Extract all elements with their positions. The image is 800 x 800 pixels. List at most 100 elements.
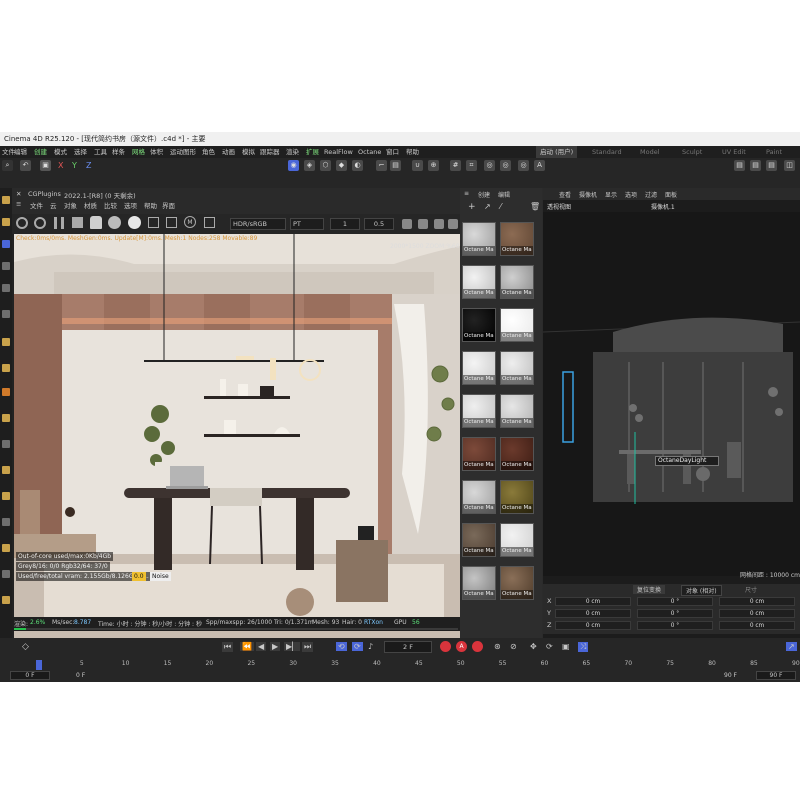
- axis-y-label[interactable]: Y: [72, 161, 77, 170]
- axis-icon[interactable]: ⊕: [428, 160, 439, 171]
- material-swatch[interactable]: Octane Ma: [500, 523, 534, 557]
- view-icon[interactable]: [204, 217, 215, 228]
- select-tool-icon[interactable]: [2, 240, 10, 248]
- lv-menu-file[interactable]: 文件: [30, 200, 43, 210]
- uv-mode-icon[interactable]: ◐: [352, 160, 363, 171]
- cube-object-icon[interactable]: [2, 388, 10, 396]
- close-icon[interactable]: ✕: [16, 190, 21, 198]
- vp-menu-options[interactable]: 选项: [625, 190, 637, 199]
- trash-icon[interactable]: 🗑: [530, 202, 540, 211]
- sound-icon[interactable]: ♪: [368, 642, 373, 651]
- material-swatch[interactable]: Octane Ma: [462, 308, 496, 342]
- material-swatch[interactable]: Octane Ma: [462, 351, 496, 385]
- camera-object-icon[interactable]: [2, 492, 10, 500]
- quantize-icon[interactable]: ⌗: [466, 160, 477, 171]
- menu-window[interactable]: 窗口: [386, 146, 399, 158]
- knife-tool-icon[interactable]: [2, 338, 10, 346]
- size-select[interactable]: 尺寸: [741, 585, 761, 594]
- lv-menu-options[interactable]: 选项: [124, 200, 137, 210]
- material-swatch[interactable]: Octane Ma: [462, 265, 496, 299]
- axis-z-label[interactable]: Z: [86, 161, 91, 170]
- polygon-pen-icon[interactable]: [2, 310, 10, 318]
- menu-spline[interactable]: 样条: [112, 146, 125, 158]
- key-selection-icon[interactable]: [472, 641, 483, 652]
- menu-tools[interactable]: 工具: [94, 146, 107, 158]
- spline-tool-icon[interactable]: [2, 284, 10, 292]
- light-object-icon[interactable]: [2, 466, 10, 474]
- layout-model[interactable]: Model: [640, 146, 660, 158]
- lv-menu-interface[interactable]: 界面: [162, 200, 175, 210]
- menu-extensions[interactable]: 扩展: [306, 146, 319, 158]
- max-frame-field[interactable]: 90 F: [724, 672, 737, 679]
- polygons-mode-icon[interactable]: ◆: [336, 160, 347, 171]
- play-icon[interactable]: ▶: [270, 642, 281, 651]
- pick-focus-icon[interactable]: [166, 217, 177, 228]
- mat-tab-create[interactable]: 创建: [478, 190, 490, 199]
- arrow-icon[interactable]: ↗: [484, 202, 491, 211]
- clapper-render-icon[interactable]: ▤: [766, 160, 777, 171]
- material-swatch[interactable]: Octane Ma: [500, 394, 534, 428]
- render-settings-icon[interactable]: ◎: [518, 160, 529, 171]
- menu-select[interactable]: 选择: [74, 146, 87, 158]
- record-icon[interactable]: [440, 641, 451, 652]
- menu-edit[interactable]: 编辑: [14, 146, 27, 158]
- magnet-icon[interactable]: ∪: [412, 160, 423, 171]
- scale-key-icon[interactable]: ▣: [562, 642, 570, 651]
- menu-mode[interactable]: 模式: [54, 146, 67, 158]
- render-canvas[interactable]: Out-of-core used/max:0Kb/4Gb Grey8/16: 0…: [14, 234, 460, 638]
- layout-startup[interactable]: 启动 (用户): [536, 146, 578, 158]
- deformer-icon[interactable]: [2, 414, 10, 422]
- coord-rot-field[interactable]: 0 °: [637, 597, 713, 606]
- mat-hamburger-icon[interactable]: ≡: [464, 190, 469, 197]
- rotate-tool-icon[interactable]: [2, 262, 10, 270]
- viewport-camera[interactable]: 摄像机.1: [651, 202, 675, 211]
- lv-menu-compare[interactable]: 比较: [104, 200, 117, 210]
- render-active-icon[interactable]: ◎: [500, 160, 511, 171]
- material-swatch[interactable]: Octane Ma: [462, 566, 496, 600]
- reset-transform-button[interactable]: 复位变换: [633, 585, 666, 594]
- move-key-icon[interactable]: ✥: [530, 642, 537, 651]
- coord-size-field[interactable]: 0 cm: [719, 621, 795, 630]
- material-swatch[interactable]: Octane Ma: [500, 566, 534, 600]
- send-scene-icon[interactable]: [16, 217, 28, 229]
- material-swatch[interactable]: Octane Ma: [462, 523, 496, 557]
- key-settings-icon[interactable]: ⊘: [510, 642, 517, 651]
- camera-icon[interactable]: [434, 219, 444, 229]
- menu-character[interactable]: 角色: [202, 146, 215, 158]
- material-swatch[interactable]: Octane Ma: [462, 437, 496, 471]
- go-start-icon[interactable]: ⏮: [222, 642, 234, 652]
- prev-key-icon[interactable]: ⏪: [240, 642, 254, 651]
- layer-icon[interactable]: [2, 570, 10, 578]
- hamburger-icon[interactable]: ≡: [16, 200, 21, 208]
- edges-mode-icon[interactable]: ⬡: [320, 160, 331, 171]
- min-frame-field[interactable]: 0 F: [76, 672, 85, 679]
- snap-icon[interactable]: ⌐: [376, 160, 387, 171]
- vp-menu-view[interactable]: 查看: [559, 190, 571, 199]
- kernel-select[interactable]: PT: [290, 218, 324, 230]
- workplane-icon[interactable]: ▤: [390, 160, 401, 171]
- layout-paint[interactable]: Paint: [766, 146, 782, 158]
- lv-menu-materials[interactable]: 材质: [84, 200, 97, 210]
- field-icon[interactable]: [2, 440, 10, 448]
- mat-tab-edit[interactable]: 编辑: [498, 190, 510, 199]
- clapper-icon[interactable]: ▤: [734, 160, 745, 171]
- material-ball-icon[interactable]: [128, 216, 141, 229]
- material-swatch[interactable]: Octane Ma: [500, 351, 534, 385]
- value2-field[interactable]: 0.5: [364, 218, 394, 230]
- undo-icon[interactable]: ↶: [20, 160, 31, 171]
- menu-simulate[interactable]: 模拟: [242, 146, 255, 158]
- coord-rot-field[interactable]: 0 °: [637, 609, 713, 618]
- pause-icon[interactable]: [54, 217, 64, 229]
- scale-tool-icon[interactable]: [2, 218, 10, 226]
- menu-mesh[interactable]: 网格: [132, 146, 145, 158]
- autokey-icon[interactable]: A: [456, 641, 467, 652]
- move-tool-icon[interactable]: [2, 196, 10, 204]
- vp-menu-display[interactable]: 显示: [605, 190, 617, 199]
- menu-mograph[interactable]: 运动图形: [170, 146, 196, 158]
- coord-pos-field[interactable]: 0 cm: [555, 597, 631, 606]
- material-swatch[interactable]: Octane Ma: [462, 480, 496, 514]
- tag-icon[interactable]: [2, 544, 10, 552]
- coord-size-field[interactable]: 0 cm: [719, 609, 795, 618]
- keyframe-icon[interactable]: ◇: [22, 642, 29, 652]
- material-swatch[interactable]: Octane Ma: [462, 222, 496, 256]
